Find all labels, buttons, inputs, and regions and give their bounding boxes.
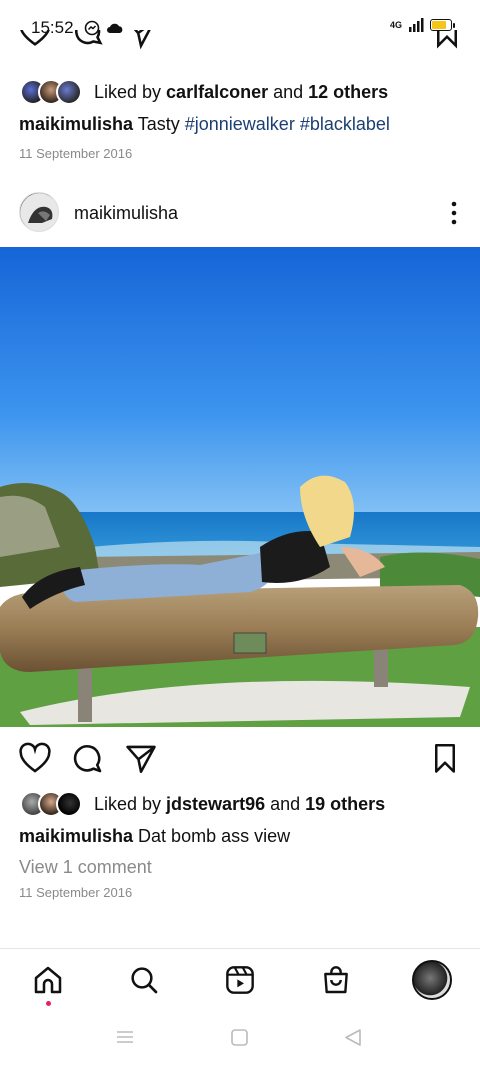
- post-image[interactable]: [0, 247, 480, 727]
- liked-by-joiner: and: [265, 793, 306, 814]
- reels-icon: [226, 966, 254, 994]
- system-nav-bar: [0, 1018, 480, 1058]
- avatar: [56, 791, 82, 817]
- post-header: maikimulisha: [0, 188, 480, 238]
- heart-icon[interactable]: [18, 742, 52, 776]
- previous-post-actions: [0, 30, 480, 62]
- liker-avatars: [20, 791, 82, 817]
- hashtag[interactable]: #blacklabel: [300, 114, 390, 134]
- bookmark-icon[interactable]: [430, 742, 460, 776]
- menu-icon[interactable]: [116, 1030, 134, 1044]
- bottom-nav: [0, 950, 480, 1010]
- search-icon: [131, 967, 158, 994]
- view-comments-link[interactable]: View 1 comment: [19, 857, 152, 878]
- caption-text: Tasty: [133, 114, 185, 134]
- post-date: 11 September 2016: [19, 885, 133, 900]
- liked-by-user[interactable]: carlfalconer: [166, 82, 268, 103]
- post-username[interactable]: maikimulisha: [74, 203, 178, 224]
- shop-icon: [324, 966, 348, 994]
- bookmark-icon[interactable]: [432, 30, 462, 50]
- nav-reels[interactable]: [220, 960, 260, 1000]
- hashtag[interactable]: #jonniewalker: [185, 114, 295, 134]
- avatar: [56, 79, 82, 105]
- previous-post-likes[interactable]: Liked by carlfalconer and 12 others: [20, 79, 388, 105]
- profile-avatar: [412, 960, 452, 1000]
- share-icon[interactable]: [124, 742, 158, 776]
- notification-dot: [45, 1001, 51, 1006]
- comment-icon[interactable]: [72, 30, 106, 50]
- caption-username[interactable]: maikimulisha: [19, 826, 133, 846]
- back-icon[interactable]: [344, 1028, 362, 1047]
- liked-by-others[interactable]: 19 others: [305, 794, 385, 815]
- liked-by-prefix: Liked by: [94, 793, 167, 814]
- liked-by-others[interactable]: 12 others: [308, 82, 388, 103]
- nav-profile[interactable]: [412, 960, 452, 1000]
- liked-by-prefix: Liked by: [94, 81, 167, 102]
- home-icon: [34, 966, 62, 994]
- network-type: 4G: [389, 20, 402, 30]
- more-options-icon[interactable]: [450, 200, 458, 226]
- liker-avatars: [20, 79, 82, 105]
- heart-icon[interactable]: [18, 30, 52, 50]
- liked-by-user[interactable]: jdstewart96: [166, 794, 265, 815]
- post-likes[interactable]: Liked by jdstewart96 and 19 others: [20, 791, 385, 817]
- share-icon[interactable]: [124, 30, 158, 50]
- liked-by-joiner: and: [268, 81, 309, 102]
- avatar[interactable]: [19, 192, 59, 232]
- caption-username[interactable]: maikimulisha: [19, 114, 133, 134]
- nav-shop[interactable]: [316, 960, 356, 1000]
- home-square-icon[interactable]: [231, 1029, 248, 1046]
- caption-text: Dat bomb ass view: [133, 826, 291, 846]
- nav-home[interactable]: [28, 960, 68, 1006]
- previous-post-caption: maikimulisha Tasty #jonniewalker #blackl…: [19, 114, 390, 135]
- comment-icon[interactable]: [71, 742, 105, 776]
- previous-post-date: 11 September 2016: [19, 146, 133, 161]
- nav-divider: [0, 948, 480, 949]
- post-actions: [0, 740, 480, 778]
- post-caption: maikimulisha Dat bomb ass view: [19, 826, 290, 847]
- nav-search[interactable]: [124, 960, 164, 1000]
